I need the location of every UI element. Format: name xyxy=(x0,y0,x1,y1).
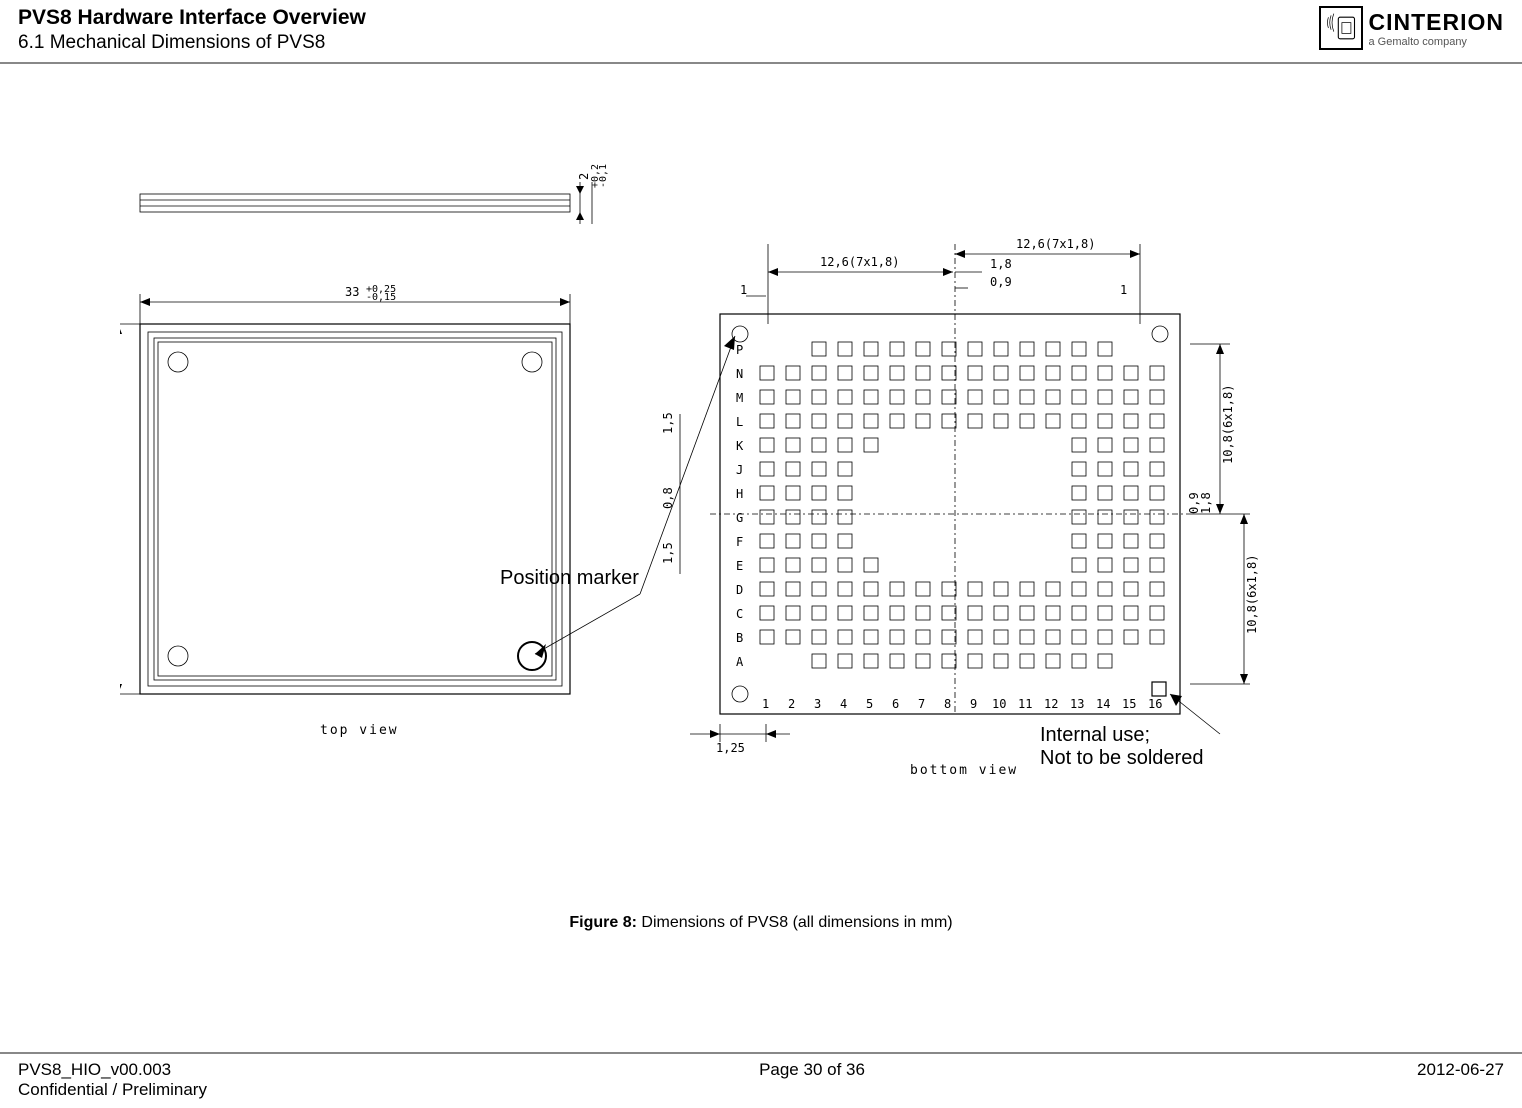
svg-text:15: 15 xyxy=(1122,697,1136,711)
col-labels: 123 456 789 101112 131415 16 xyxy=(762,697,1162,711)
dim-1-left: 1 xyxy=(740,283,747,297)
doc-id: PVS8_HIO_v00.003 xyxy=(18,1060,207,1080)
dim-pitch-y-top: 10,8(6x1,8) xyxy=(1221,385,1235,464)
svg-text:10: 10 xyxy=(992,697,1006,711)
dim-thickness: 2 xyxy=(577,173,591,180)
dim-1-5a: 1,5 xyxy=(661,412,675,434)
dim-pitch-x-right: 12,6(7x1,8) xyxy=(1016,237,1095,251)
svg-text:6: 6 xyxy=(892,697,899,711)
annotation-internal-use: Internal use; Not to be soldered xyxy=(1040,724,1203,770)
internal-use-pad xyxy=(1152,682,1166,696)
brand-name: CINTERION xyxy=(1369,9,1505,36)
svg-text:K: K xyxy=(736,439,744,453)
svg-text:8: 8 xyxy=(944,697,951,711)
annotation-internal-2: Not to be soldered xyxy=(1040,747,1203,769)
section-title: 6.1 Mechanical Dimensions of PVS8 xyxy=(18,32,366,54)
svg-text:P: P xyxy=(736,343,743,357)
brand-logo: CINTERION a Gemalto company xyxy=(1319,6,1505,50)
svg-text:5: 5 xyxy=(866,697,873,711)
logo-icon xyxy=(1319,6,1363,50)
svg-text:J: J xyxy=(736,463,743,477)
svg-text:2: 2 xyxy=(788,697,795,711)
dim-1-5b: 1,5 xyxy=(661,542,675,564)
svg-text:B: B xyxy=(736,631,743,645)
figure-label: Figure 8: xyxy=(569,914,637,931)
svg-text:L: L xyxy=(736,415,743,429)
svg-text:N: N xyxy=(736,367,743,381)
dim-1-right: 1 xyxy=(1120,283,1127,297)
footer-page: Page 30 of 36 xyxy=(759,1060,865,1100)
svg-text:12: 12 xyxy=(1044,697,1058,711)
svg-text:3: 3 xyxy=(814,697,821,711)
dim-0-9: 0,9 xyxy=(990,275,1012,289)
pad-array xyxy=(760,342,1164,668)
dim-width: 33 xyxy=(345,285,359,299)
dim-1-25: 1,25 xyxy=(716,741,745,755)
svg-text:9: 9 xyxy=(970,697,977,711)
svg-text:11: 11 xyxy=(1018,697,1032,711)
header-left: PVS8 Hardware Interface Overview 6.1 Mec… xyxy=(18,6,366,54)
brand-tagline: a Gemalto company xyxy=(1369,36,1505,48)
confidential-note: Confidential / Preliminary xyxy=(18,1080,207,1100)
annotation-internal-1: Internal use; xyxy=(1040,724,1150,746)
svg-text:F: F xyxy=(736,535,743,549)
svg-text:13: 13 xyxy=(1070,697,1084,711)
svg-text:E: E xyxy=(736,559,743,573)
bottom-view-label: bottom view xyxy=(910,763,1018,778)
dim-pitch-y-bot: 10,8(6x1,8) xyxy=(1245,555,1259,634)
svg-text:G: G xyxy=(736,511,743,525)
dim-1-8v: 1,8 xyxy=(1199,492,1213,514)
dim-1-8: 1,8 xyxy=(990,257,1012,271)
doc-title: PVS8 Hardware Interface Overview xyxy=(18,6,366,30)
svg-text:A: A xyxy=(736,655,744,669)
svg-text:7: 7 xyxy=(918,697,925,711)
svg-text:H: H xyxy=(736,487,743,501)
top-view-label: top view xyxy=(320,723,399,738)
svg-text:M: M xyxy=(736,391,743,405)
svg-text:C: C xyxy=(736,607,743,621)
dim-thickness-tol-minus: -0,1 xyxy=(598,164,609,188)
page-header: PVS8 Hardware Interface Overview 6.1 Mec… xyxy=(0,0,1522,64)
svg-text:16: 16 xyxy=(1148,697,1162,711)
footer-date: 2012-06-27 xyxy=(1417,1060,1504,1100)
page-footer: PVS8_HIO_v00.003 Confidential / Prelimin… xyxy=(0,1052,1522,1100)
logo-text: CINTERION a Gemalto company xyxy=(1369,9,1505,48)
svg-text:14: 14 xyxy=(1096,697,1110,711)
figure-caption: Figure 8: Dimensions of PVS8 (all dimens… xyxy=(0,914,1522,932)
svg-text:D: D xyxy=(736,583,743,597)
figure-text: Dimensions of PVS8 (all dimensions in mm… xyxy=(641,914,952,931)
row-labels: PNM LKJ HGF EDC BA xyxy=(736,343,744,669)
figure-area: 2 +0,2 -0,1 33 +0,25 -0,15 29 +0,25 -0,1… xyxy=(0,64,1522,914)
annotation-position-marker: Position marker xyxy=(500,567,639,590)
svg-text:4: 4 xyxy=(840,697,847,711)
dim-width-tol-minus: -0,15 xyxy=(366,292,396,303)
svg-text:1: 1 xyxy=(762,697,769,711)
dim-pitch-x-left: 12,6(7x1,8) xyxy=(820,255,899,269)
footer-left: PVS8_HIO_v00.003 Confidential / Prelimin… xyxy=(18,1060,207,1100)
